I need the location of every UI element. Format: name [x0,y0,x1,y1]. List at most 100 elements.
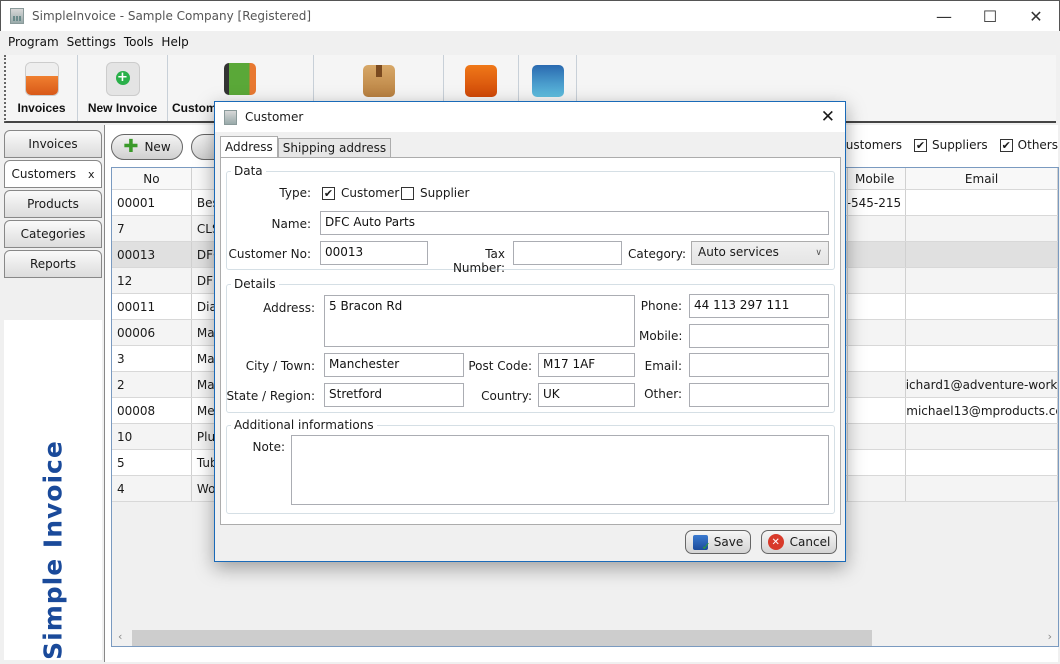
state-label: State / Region: [226,389,315,403]
window-title: SimpleInvoice - Sample Company [Register… [32,9,312,23]
side-tab-customers[interactable]: Customers x [4,160,102,188]
scroll-right-icon[interactable]: › [1048,630,1052,643]
tab-shipping-address[interactable]: Shipping address [277,138,392,158]
column-header-mobile[interactable]: Mobile [848,168,907,189]
toolbar-new-invoice-button[interactable]: New Invoice [78,55,168,121]
toolbar-label: Invoices [17,101,66,115]
checkbox-icon[interactable]: ✔ [913,138,927,152]
maximize-button[interactable]: ☐ [967,1,1013,31]
minimize-button[interactable]: — [921,1,967,31]
cell-mobile [848,476,907,501]
new-customer-button[interactable]: ✚ New [111,134,183,160]
customer-checkbox[interactable]: ✔ Customer [322,186,399,200]
new-label: New [144,140,171,154]
menu-tools[interactable]: Tools [120,35,158,49]
tab-label: Categories [20,227,86,241]
cell-mobile [848,320,907,345]
address-input[interactable]: 5 Bracon Rd [324,295,635,347]
postcode-input[interactable]: M17 1AF [538,353,635,377]
note-input[interactable] [291,435,829,505]
reports-chart-icon [531,65,564,97]
chevron-down-icon: ∨ [815,248,822,258]
postcode-label: Post Code: [468,359,532,373]
cell-mobile [848,424,907,449]
phone-input[interactable]: 44 113 297 111 [689,294,829,318]
cell-mobile [848,268,907,293]
city-input[interactable]: Manchester [324,353,464,377]
filter-suppliers[interactable]: ✔ Suppliers [913,138,988,152]
tax-number-input[interactable] [513,241,622,265]
side-tab-invoices[interactable]: Invoices [4,130,102,158]
tab-label: Customers [11,167,77,181]
column-header-no[interactable]: No [112,168,192,189]
toolbar-invoices-button[interactable]: Invoices [6,55,78,121]
filter-others[interactable]: ✔ Others [999,138,1058,152]
cancel-label: Cancel [789,535,831,549]
state-input[interactable]: Stretford [324,383,464,407]
cell-no: 5 [112,450,192,475]
brand-text: Simple Invoice [38,440,68,660]
category-label: Category: [628,247,686,261]
checkbox-icon[interactable] [401,186,414,200]
tab-address[interactable]: Address [220,136,278,158]
cell-mobile [848,346,907,371]
close-tab-icon[interactable]: x [88,168,95,181]
side-tab-categories[interactable]: Categories [4,220,102,248]
close-dialog-icon[interactable]: ✕ [821,107,835,127]
category-select[interactable]: Auto services ∨ [691,241,829,265]
name-input[interactable]: DFC Auto Parts [320,211,829,235]
scrollbar-thumb[interactable] [132,630,872,646]
categories-hierarchy-icon [465,65,497,97]
cell-email [906,190,1058,215]
cell-mobile [848,398,907,423]
country-input[interactable]: UK [538,383,635,407]
menu-program[interactable]: Program [4,35,63,49]
dialog-title: Customer [245,110,304,124]
side-tab-reports[interactable]: Reports [4,250,102,278]
cell-mobile [848,216,907,241]
new-invoice-icon [106,63,139,95]
cell-mobile [848,242,907,267]
scroll-left-icon[interactable]: ‹ [118,630,122,643]
toolbar-label: New Invoice [87,101,158,115]
checkbox-icon[interactable]: ✔ [322,186,335,200]
cell-no: 00011 [112,294,192,319]
cell-email [906,242,1058,267]
cell-email [906,346,1058,371]
brand-logo: Simple Invoice [4,320,102,660]
checkbox-icon[interactable]: ✔ [999,138,1013,152]
country-label: Country: [481,389,532,403]
other-input[interactable] [689,383,829,407]
dialog-titlebar: Customer ✕ [215,102,845,132]
close-window-button[interactable]: ✕ [1013,1,1059,31]
cell-no: 3 [112,346,192,371]
tax-number-label: Tax Number: [452,247,505,275]
cell-email [906,216,1058,241]
cell-no: 4 [112,476,192,501]
save-button[interactable]: Save [685,530,751,554]
filter-label: Customers [837,138,902,152]
supplier-checkbox[interactable]: Supplier [401,186,469,200]
cell-no: 00008 [112,398,192,423]
email-input[interactable] [689,353,829,377]
app-icon [10,8,24,24]
cell-email: richard1@adventure-works. [906,372,1058,397]
horizontal-scrollbar[interactable]: ‹ › [112,628,1058,646]
toolbar-label: Custom [172,101,217,115]
customer-dialog: Customer ✕ Address Shipping address Data… [214,101,846,562]
mobile-input[interactable] [689,324,829,348]
column-header-email[interactable]: Email [906,168,1058,189]
checkbox-label: Customer [341,186,400,200]
side-tab-products[interactable]: Products [4,190,102,218]
invoices-icon [25,63,58,95]
menu-bar: Program Settings Tools Help [0,31,1060,53]
cell-email [906,294,1058,319]
cancel-button[interactable]: ✕ Cancel [761,530,837,554]
cancel-icon: ✕ [767,534,784,550]
customer-no-input[interactable]: 00013 [320,241,428,265]
group-legend: Details [234,277,276,291]
note-label: Note: [252,440,285,454]
cell-email [906,320,1058,345]
menu-settings[interactable]: Settings [63,35,120,49]
menu-help[interactable]: Help [157,35,192,49]
